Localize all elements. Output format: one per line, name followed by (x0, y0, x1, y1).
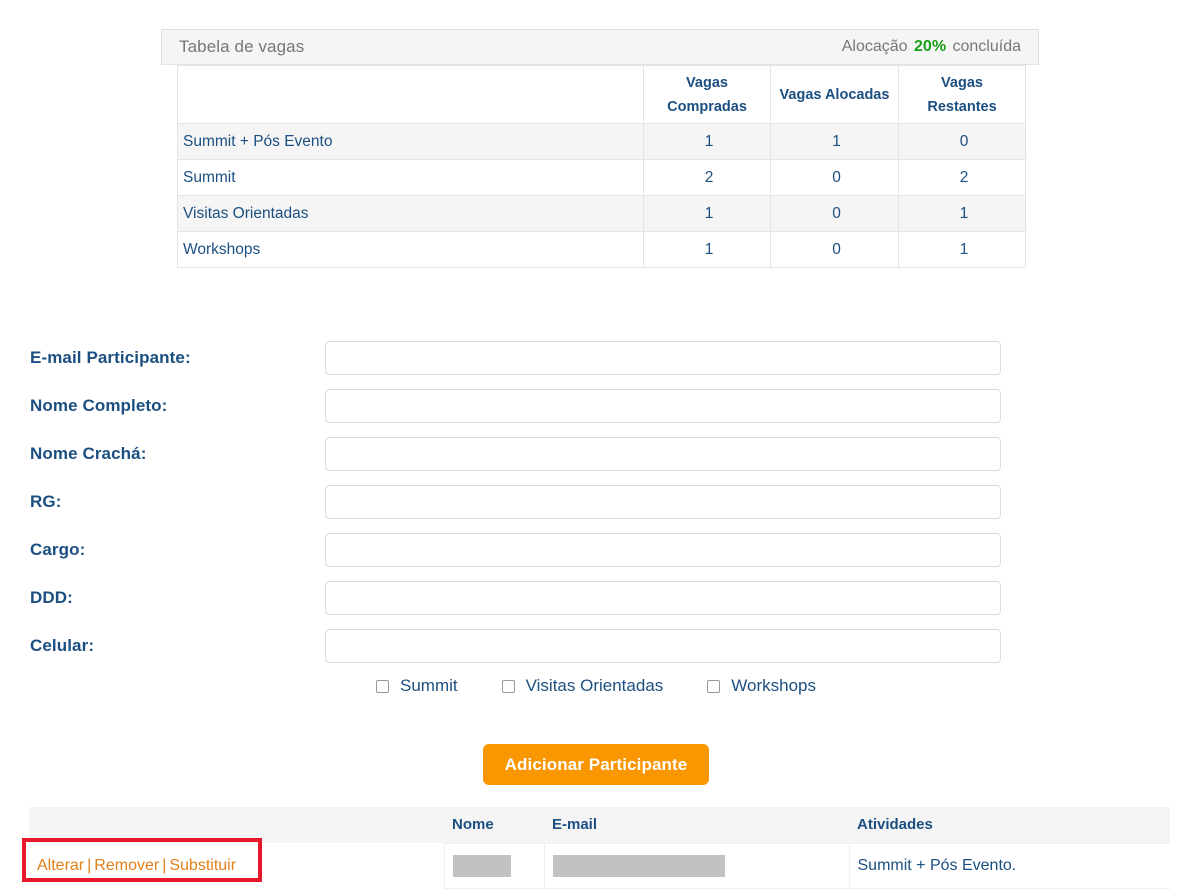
vagas-col-header-restantes: Vagas Restantes (898, 65, 1026, 124)
participant-email-cell (543, 842, 849, 889)
label-celular: Celular: (30, 636, 95, 655)
ddd-input[interactable] (325, 581, 1001, 615)
email-participante-input[interactable] (325, 341, 1001, 375)
participants-col-header-email: E-mail (544, 807, 849, 843)
checkbox-label-visitas-orientadas: Visitas Orientadas (525, 676, 664, 695)
form-row-nome-completo: Nome Completo: (0, 382, 1192, 430)
table-row: Summit 2 0 2 (177, 159, 1026, 196)
vagas-row-name: Visitas Orientadas (177, 195, 644, 232)
table-row: Alterar | Remover | Substituir Summit + Pós … (29, 842, 1170, 889)
vagas-row-restantes: 0 (898, 123, 1026, 160)
participant-actions-cell: Alterar | Remover | Substituir (29, 843, 444, 888)
adicionar-participante-button[interactable]: Adicionar Participante (482, 744, 710, 785)
allocation-suffix: concluída (952, 38, 1022, 55)
nome-cracha-input[interactable] (325, 437, 1001, 471)
redacted-nome-value (452, 854, 511, 877)
form-row-nome-cracha: Nome Crachá: (0, 430, 1192, 478)
allocation-prefix: Alocação (841, 38, 908, 55)
participants-col-header-actions (29, 807, 444, 843)
label-cargo: Cargo: (30, 540, 86, 559)
checkbox-item-workshops[interactable]: Workshops (707, 676, 816, 696)
participants-table-body: Alterar | Remover | Substituir Summit + Pós … (29, 842, 1170, 889)
vagas-row-alocadas: 0 (770, 195, 899, 232)
action-separator: | (87, 856, 92, 874)
participant-nome-cell (443, 842, 544, 889)
checkbox-label-workshops: Workshops (731, 676, 816, 695)
form-row-celular: Celular: (0, 622, 1192, 670)
rg-input[interactable] (325, 485, 1001, 519)
form-row-rg: RG: (0, 478, 1192, 526)
vagas-compradas-line2: Compradas (667, 98, 747, 115)
vagas-row-alocadas: 1 (770, 123, 899, 160)
participants-col-header-atividades: Atividades (849, 807, 1170, 843)
vagas-row-restantes: 1 (898, 195, 1026, 232)
label-ddd: DDD: (30, 588, 73, 607)
participants-table-head: Nome E-mail Atividades (29, 807, 1170, 843)
vagas-table-body: Summit + Pós Evento 1 1 0 Summit 2 0 2 V… (177, 123, 1026, 268)
vagas-col-header-blank (177, 65, 644, 124)
label-nome-cracha: Nome Crachá: (30, 444, 147, 463)
table-row: Visitas Orientadas 1 0 1 (177, 195, 1026, 232)
submit-button-wrap: Adicionar Participante (0, 744, 1192, 785)
activity-checkbox-group: Summit Visitas Orientadas Workshops (0, 676, 1192, 696)
participants-col-header-nome: Nome (444, 807, 544, 843)
allocation-percent: 20% (914, 38, 947, 55)
vagas-row-name: Summit + Pós Evento (177, 123, 644, 160)
checkbox-item-summit[interactable]: Summit (376, 676, 458, 696)
nome-completo-input[interactable] (325, 389, 1001, 423)
allocation-status: Alocação 20% concluída (842, 38, 1021, 56)
vagas-row-restantes: 1 (898, 231, 1026, 268)
table-row: Workshops 1 0 1 (177, 231, 1026, 268)
remover-link[interactable]: Remover (94, 857, 159, 874)
vagas-row-compradas: 1 (643, 231, 771, 268)
checkbox-icon[interactable] (707, 679, 721, 693)
vagas-panel: Tabela de vagas Alocação 20% concluída V… (161, 29, 1039, 268)
label-rg: RG: (30, 492, 62, 511)
page-root: Tabela de vagas Alocação 20% concluída V… (0, 0, 1192, 893)
checkbox-icon[interactable] (376, 679, 389, 693)
form-row-ddd: DDD: (0, 574, 1192, 622)
label-email-participante: E-mail Participante: (30, 348, 191, 367)
page-title: Tabela de vagas (179, 37, 305, 56)
celular-input[interactable] (325, 629, 1001, 663)
vagas-row-alocadas: 0 (770, 159, 899, 196)
participant-atividades-cell: Summit + Pós Evento. (848, 842, 1170, 889)
cargo-input[interactable] (325, 533, 1001, 567)
vagas-row-compradas: 1 (643, 195, 771, 232)
checkbox-label-summit: Summit (400, 676, 458, 695)
label-nome-completo: Nome Completo: (30, 396, 168, 415)
vagas-header-row: Vagas Compradas Vagas Alocadas Vagas Res… (177, 65, 1026, 124)
vagas-compradas-line1: Vagas (686, 74, 728, 91)
vagas-row-compradas: 2 (643, 159, 771, 196)
checkbox-item-visitas-orientadas[interactable]: Visitas Orientadas (501, 676, 664, 696)
vagas-row-alocadas: 0 (770, 231, 899, 268)
form-row-email: E-mail Participante: (0, 334, 1192, 382)
participant-form: E-mail Participante: Nome Completo: Nome… (0, 334, 1192, 670)
vagas-table-head: Vagas Compradas Vagas Alocadas Vagas Res… (177, 65, 1026, 124)
vagas-panel-heading: Tabela de vagas Alocação 20% concluída (161, 29, 1039, 65)
vagas-row-name: Summit (177, 159, 644, 196)
vagas-row-restantes: 2 (898, 159, 1026, 196)
action-separator: | (162, 856, 167, 874)
vagas-row-name: Workshops (177, 231, 644, 268)
redacted-email-value (552, 854, 725, 877)
participants-table: Nome E-mail Atividades Alterar | Remover | S… (29, 807, 1170, 889)
substituir-link[interactable]: Substituir (169, 857, 236, 874)
checkbox-icon[interactable] (501, 679, 515, 693)
alterar-link[interactable]: Alterar (37, 857, 84, 874)
vagas-row-compradas: 1 (643, 123, 771, 160)
table-row: Summit + Pós Evento 1 1 0 (177, 123, 1026, 160)
form-row-cargo: Cargo: (0, 526, 1192, 574)
vagas-table: Vagas Compradas Vagas Alocadas Vagas Res… (177, 65, 1026, 268)
vagas-col-header-compradas: Vagas Compradas (643, 65, 771, 124)
participants-header-row: Nome E-mail Atividades (29, 807, 1170, 843)
vagas-col-header-alocadas: Vagas Alocadas (770, 65, 899, 124)
